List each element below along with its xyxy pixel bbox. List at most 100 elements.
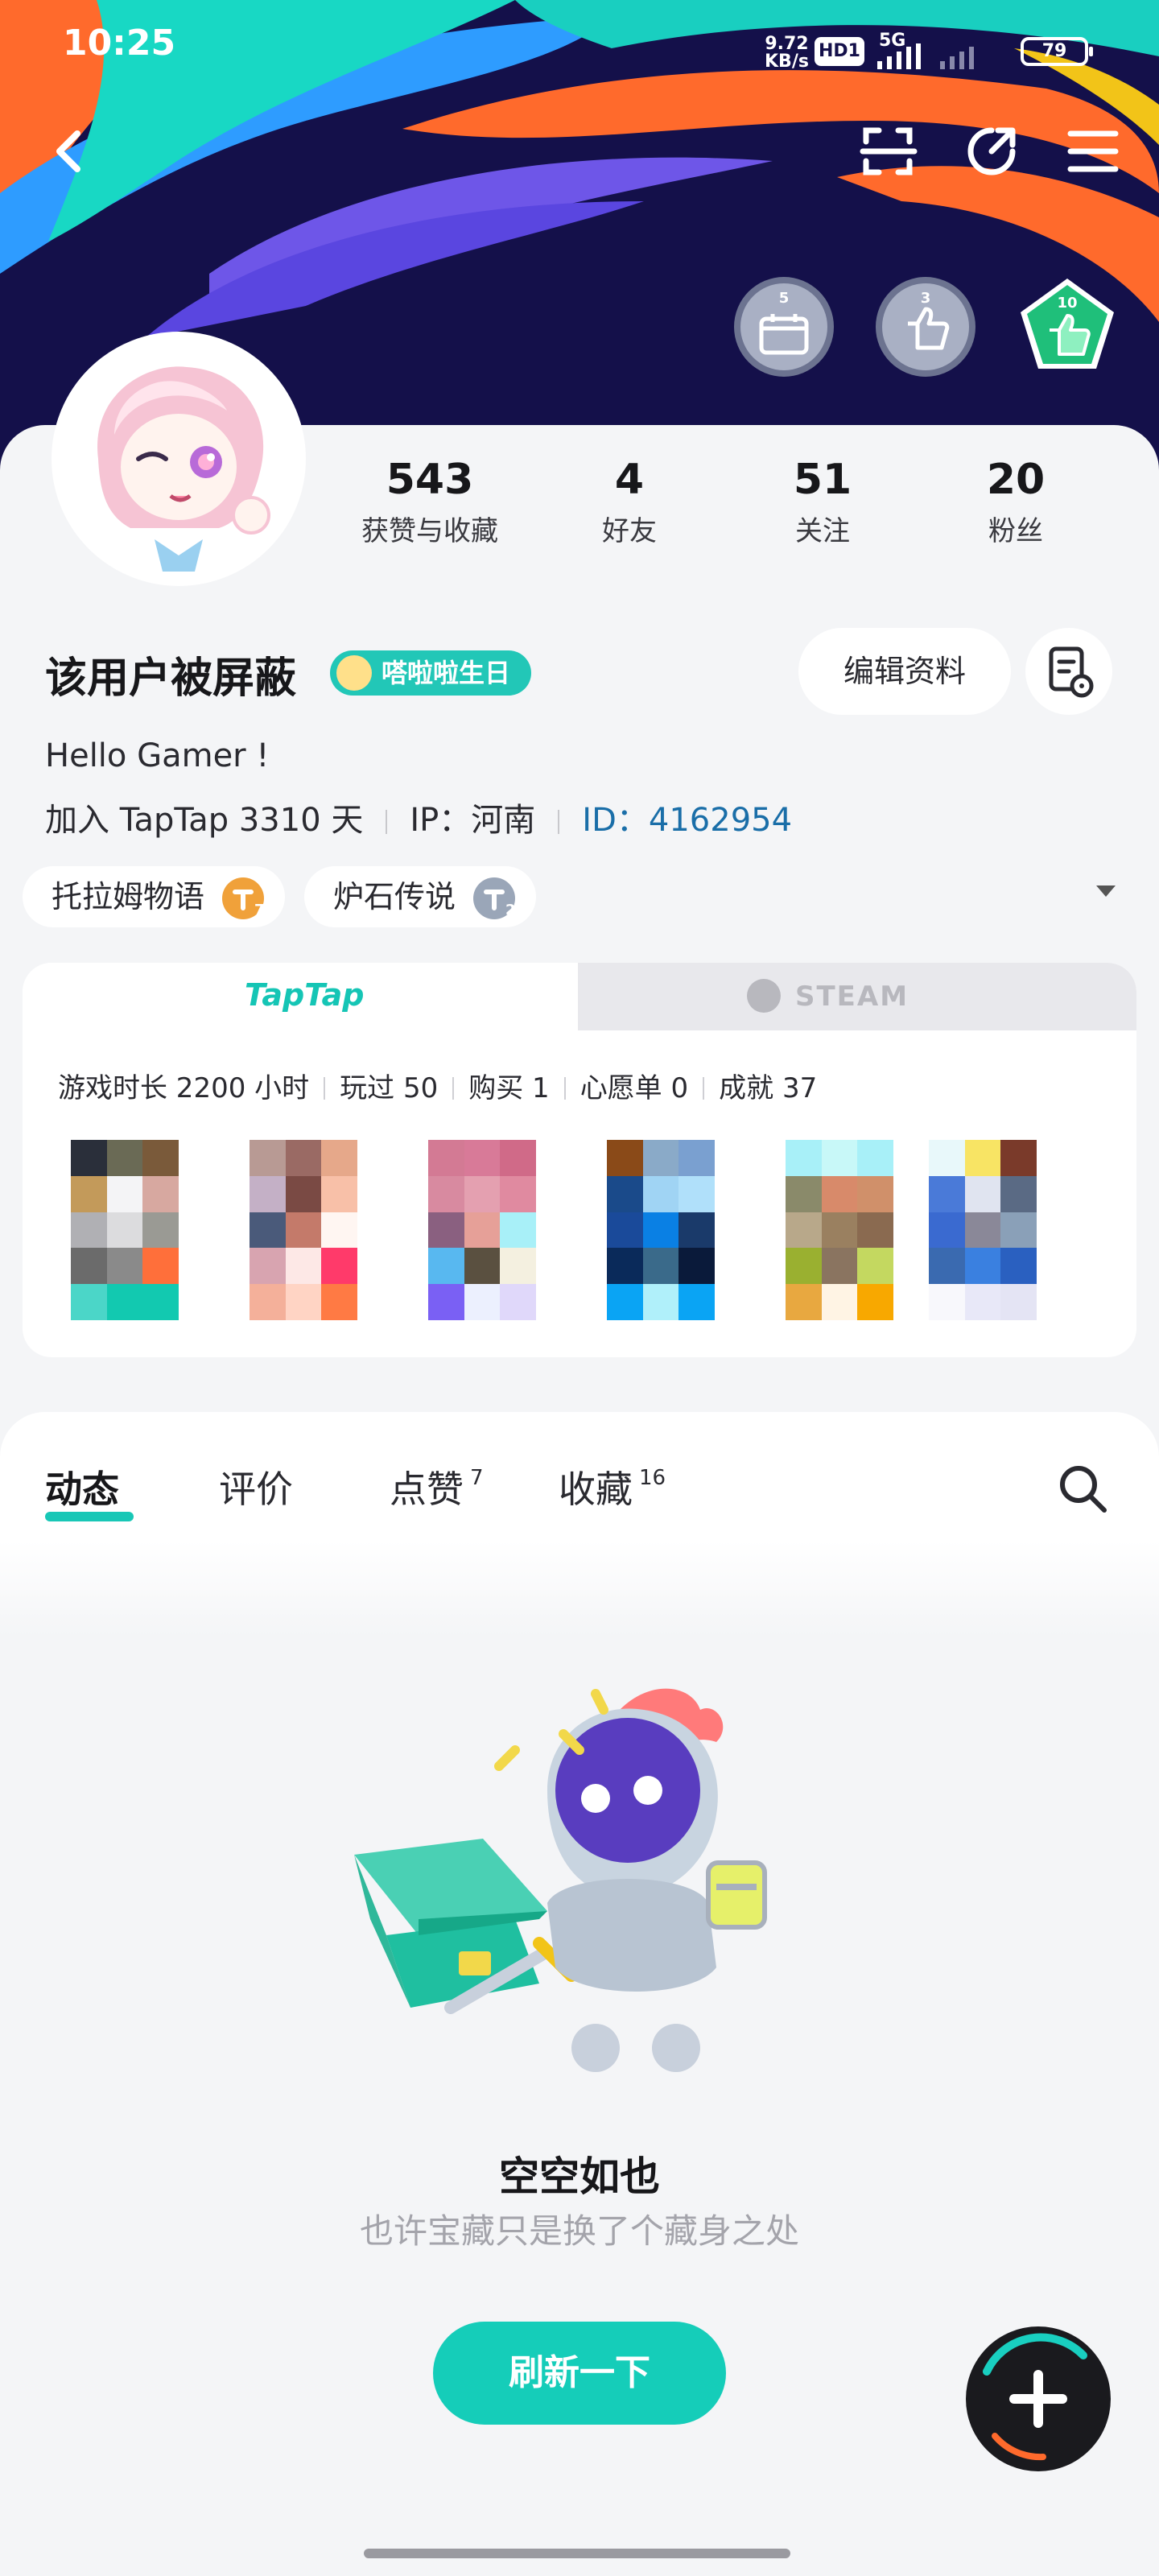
steam-logo-icon bbox=[747, 979, 781, 1013]
share-button[interactable] bbox=[959, 119, 1024, 184]
game-cover-tile bbox=[857, 1248, 893, 1285]
game-cover-tile bbox=[786, 1175, 822, 1212]
game-cover[interactable] bbox=[929, 1140, 1037, 1320]
active-tab-indicator bbox=[45, 1512, 134, 1521]
game-cover-tile bbox=[428, 1248, 464, 1285]
back-button[interactable] bbox=[37, 119, 101, 184]
game-cover-tile bbox=[106, 1284, 143, 1320]
avatar[interactable] bbox=[52, 332, 306, 586]
game-cover-tile bbox=[250, 1248, 286, 1285]
tab-reviews-label: 评价 bbox=[219, 1468, 293, 1511]
game-cover-tile bbox=[678, 1212, 715, 1249]
stat-likes[interactable]: 543 获赞与收藏 bbox=[341, 456, 518, 548]
profile-settings-button[interactable] bbox=[1025, 628, 1112, 715]
game-cover-tile bbox=[786, 1248, 822, 1285]
game-cover-tile bbox=[964, 1212, 1001, 1249]
stats-divider bbox=[703, 1077, 705, 1100]
game-cover-tile bbox=[321, 1284, 357, 1320]
game-cover[interactable] bbox=[71, 1140, 179, 1320]
game-tag-toram[interactable]: 托拉姆物语 7 bbox=[23, 866, 286, 927]
game-cover-tile bbox=[642, 1248, 679, 1285]
refresh-button[interactable]: 刷新一下 bbox=[433, 2322, 726, 2425]
game-cover[interactable] bbox=[786, 1140, 893, 1320]
stat-friends[interactable]: 4 好友 bbox=[541, 456, 718, 548]
game-cover-tile bbox=[106, 1248, 143, 1285]
medal-calendar[interactable]: 5 bbox=[731, 274, 837, 380]
game-cover-tile bbox=[642, 1284, 679, 1320]
stat-following[interactable]: 51 关注 bbox=[734, 456, 911, 548]
stat-friends-value: 4 bbox=[614, 456, 645, 504]
birthday-badge[interactable]: 嗒啦啦生日 bbox=[330, 650, 532, 696]
game-cover-tile bbox=[321, 1248, 357, 1285]
user-bio: Hello Gamer ! bbox=[45, 737, 270, 774]
share-icon bbox=[967, 127, 1016, 175]
stat-followers-label: 粉丝 bbox=[988, 515, 1043, 547]
game-cover-tile bbox=[71, 1140, 107, 1176]
game-cover-tile bbox=[428, 1140, 464, 1176]
user-id[interactable]: ID：4162954 bbox=[582, 802, 792, 839]
game-cover-tile bbox=[678, 1140, 715, 1176]
create-post-button[interactable] bbox=[963, 2323, 1114, 2475]
stat-likes-value: 543 bbox=[386, 456, 474, 504]
scan-icon bbox=[860, 127, 918, 175]
game-cover-tile bbox=[857, 1212, 893, 1249]
game-cover-tile bbox=[1000, 1140, 1037, 1176]
birthday-badge-label: 嗒啦啦生日 bbox=[382, 658, 511, 688]
level-badge-icon: 2 bbox=[473, 877, 516, 919]
game-cover[interactable] bbox=[607, 1140, 715, 1320]
game-cover-tile bbox=[71, 1175, 107, 1212]
tab-likes[interactable]: 点赞 7 bbox=[390, 1460, 484, 1513]
battery-indicator: 79 bbox=[1021, 37, 1093, 66]
game-cover-tile bbox=[500, 1212, 536, 1249]
game-cover-tile bbox=[71, 1248, 107, 1285]
game-cover-tile bbox=[285, 1284, 322, 1320]
level-badge-icon: 7 bbox=[222, 877, 265, 919]
game-cover-tile bbox=[929, 1212, 965, 1249]
game-tag-hearthstone[interactable]: 炉石传说 2 bbox=[304, 866, 537, 927]
chevron-down-icon[interactable] bbox=[1096, 886, 1116, 897]
stat-played: 玩过 50 bbox=[340, 1072, 439, 1104]
level-badge-graphic: 2 bbox=[475, 879, 516, 919]
feed-section: 动态 评价 点赞 7 收藏 16 空空如也 也许宝藏只是换了个藏身之处 刷新一下 bbox=[0, 1412, 1159, 2576]
game-cover-tile bbox=[929, 1248, 965, 1285]
network-speed-unit: KB/s bbox=[765, 52, 809, 72]
medal-thumbs-up[interactable]: 3 bbox=[872, 274, 979, 380]
game-cover-tile bbox=[142, 1140, 179, 1176]
thumbs-up-medal-icon: 3 bbox=[876, 277, 975, 377]
medal-pentagon[interactable]: 10 bbox=[1014, 274, 1120, 380]
stats-divider bbox=[563, 1077, 566, 1100]
stat-wishlist: 心愿单 0 bbox=[580, 1072, 689, 1104]
game-cover-tile bbox=[929, 1140, 965, 1176]
game-cover[interactable] bbox=[250, 1140, 357, 1320]
game-cover-tile bbox=[464, 1212, 501, 1249]
game-stats-card: TapTap STEAM 游戏时长 2200 小时 玩过 50 购买 1 心愿单 0 成… bbox=[23, 963, 1136, 1357]
stat-followers-value: 20 bbox=[986, 456, 1046, 504]
stat-following-label: 关注 bbox=[795, 515, 850, 547]
tab-posts[interactable]: 动态 bbox=[45, 1460, 119, 1513]
document-settings-icon bbox=[1049, 646, 1094, 698]
meta-divider bbox=[386, 810, 388, 834]
game-cover-tile bbox=[857, 1284, 893, 1320]
game-cover-tile bbox=[607, 1175, 643, 1212]
game-cover-tile bbox=[964, 1248, 1001, 1285]
game-cover-tile bbox=[250, 1140, 286, 1176]
chevron-left-icon bbox=[56, 130, 80, 172]
user-meta: 加入 TapTap 3310 天 IP：河南 ID：4162954 bbox=[45, 794, 792, 840]
stat-followers[interactable]: 20 粉丝 bbox=[927, 456, 1104, 548]
home-indicator[interactable] bbox=[364, 2549, 790, 2558]
stat-likes-label: 获赞与收藏 bbox=[361, 515, 498, 547]
user-name: 该用户被屏蔽 bbox=[45, 654, 297, 703]
tab-favorites[interactable]: 收藏 16 bbox=[559, 1460, 666, 1513]
game-cover-tile bbox=[964, 1284, 1001, 1320]
search-button[interactable] bbox=[1053, 1459, 1114, 1520]
edit-profile-button[interactable]: 编辑资料 bbox=[798, 628, 1011, 715]
game-cover-tile bbox=[786, 1284, 822, 1320]
game-cover-tile bbox=[607, 1140, 643, 1176]
game-cover-tile bbox=[642, 1140, 679, 1176]
game-cover-tile bbox=[321, 1212, 357, 1249]
game-cover[interactable] bbox=[428, 1140, 536, 1320]
tab-favorites-count: 16 bbox=[639, 1466, 666, 1490]
menu-button[interactable] bbox=[1061, 119, 1125, 184]
tab-reviews[interactable]: 评价 bbox=[219, 1460, 293, 1513]
scan-button[interactable] bbox=[856, 119, 921, 184]
